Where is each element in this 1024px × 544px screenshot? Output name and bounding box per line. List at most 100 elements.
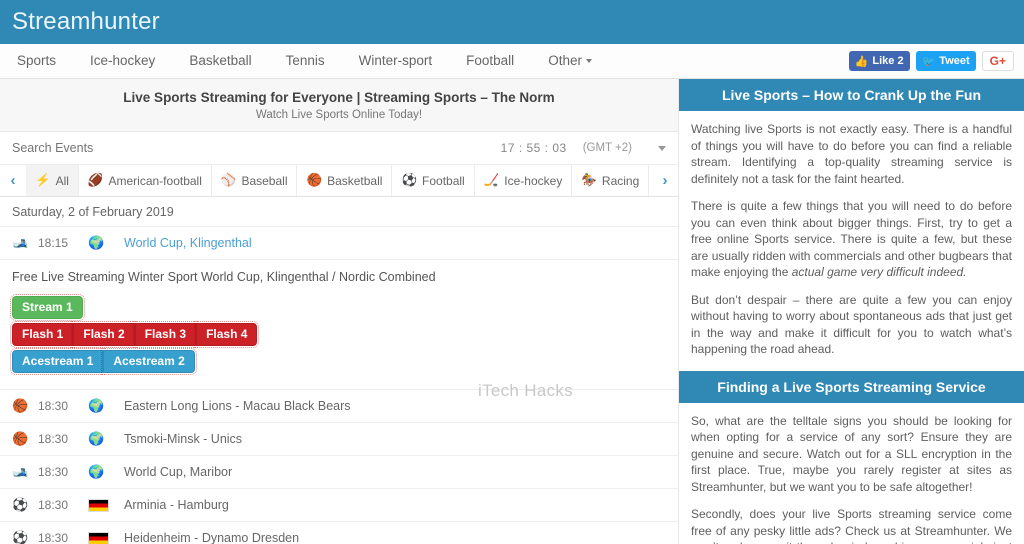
event-name: World Cup, Maribor [124, 465, 232, 479]
nav-link-label: Ice-hockey [90, 53, 155, 68]
sport-tab-label: Ice-hockey [504, 174, 562, 188]
sport-tab-label: American-football [109, 174, 202, 188]
event-time: 18:30 [38, 531, 88, 544]
sidebar-paragraph: There is quite a few things that you wil… [691, 198, 1012, 281]
nav-link-label: Winter-sport [359, 53, 433, 68]
event-name: Tsmoki-Minsk - Unics [124, 432, 242, 446]
event-row[interactable]: ⚽18:30Heidenheim - Dynamo Dresden [0, 522, 678, 544]
sidebar-widget-body: Watching live Sports is not exactly easy… [679, 111, 1024, 371]
event-row[interactable]: 🏀18:30🌍Tsmoki-Minsk - Unics [0, 423, 678, 456]
sidebar-paragraph: So, what are the telltale signs you shou… [691, 413, 1012, 496]
event-row[interactable]: 🏀18:30🌍Eastern Long Lions - Macau Black … [0, 390, 678, 423]
sport-tab-label: Basketball [327, 174, 382, 188]
flash-button[interactable]: Flash 2 [73, 323, 134, 346]
twitter-bird-icon: 🐦 [922, 55, 936, 68]
event-time: 18:30 [38, 465, 88, 479]
event-sport-icon: 🏀 [12, 398, 38, 414]
event-time: 18:15 [38, 236, 88, 250]
acestream-button[interactable]: Acestream 2 [103, 350, 194, 373]
page-subtitle: Watch Live Sports Online Today! [10, 109, 668, 121]
google-plus-button[interactable]: G+ [982, 51, 1014, 71]
event-sport-icon: 🎿 [12, 235, 38, 251]
flash-row: Flash 1Flash 2Flash 3Flash 4 [12, 323, 666, 346]
sport-tab-american-football[interactable]: 🏈American-football [79, 165, 212, 196]
nav-link-label: Other [548, 53, 582, 68]
flash-button[interactable]: Flash 3 [135, 323, 196, 346]
event-name: World Cup, Klingenthal [124, 236, 252, 250]
tabs-prev-arrow[interactable]: ‹ [0, 165, 26, 196]
nav-link-label: Basketball [189, 53, 251, 68]
nav-link-ice-hockey[interactable]: Ice-hockey [73, 44, 172, 78]
globe-icon: 🌍 [88, 235, 104, 251]
event-time: 18:30 [38, 399, 88, 413]
globe-icon: 🌍 [88, 464, 104, 480]
stream-button[interactable]: Stream 1 [12, 296, 83, 319]
flash-button[interactable]: Flash 1 [12, 323, 73, 346]
germany-flag-icon [88, 532, 109, 544]
sidebar-paragraph: Watching live Sports is not exactly easy… [691, 121, 1012, 187]
social-buttons: 👍 Like 2 🐦 Tweet G+ [849, 51, 1014, 71]
event-detail-panel: Free Live Streaming Winter Sport World C… [0, 260, 678, 390]
event-region: 🌍 [88, 398, 124, 414]
sport-icon: ⚽ [401, 174, 417, 187]
nav-link-football[interactable]: Football [449, 44, 531, 78]
sidebar-widget: Finding a Live Sports Streaming ServiceS… [679, 371, 1024, 544]
event-row[interactable]: ⚽18:30Arminia - Hamburg [0, 489, 678, 522]
acestream-row: Acestream 1Acestream 2 [12, 350, 666, 373]
search-input[interactable] [12, 141, 501, 155]
sport-tab-football[interactable]: ⚽ Football [392, 165, 474, 196]
event-sport-icon: 🎿 [12, 464, 38, 480]
sport-icon: ⚾ [221, 174, 237, 187]
sport-icon: 🏒 [484, 174, 500, 187]
sidebar-column: Live Sports – How to Crank Up the Fun Wat… [678, 79, 1024, 544]
twitter-tweet-label: Tweet [939, 55, 969, 67]
sport-tab-all[interactable]: ⚡ All [26, 165, 79, 196]
twitter-tweet-button[interactable]: 🐦 Tweet [916, 51, 976, 71]
nav-link-tennis[interactable]: Tennis [269, 44, 342, 78]
main-column: Live Sports Streaming for Everyone | Str… [0, 79, 678, 544]
main-navbar: Sports Ice-hockey Basketball Tennis Winter-s… [0, 44, 1024, 79]
event-region: 🌍 [88, 235, 124, 251]
event-time: 18:30 [38, 432, 88, 446]
site-logo[interactable]: Streamhunter [12, 8, 160, 36]
sport-tab-racing[interactable]: 🏇Racing [572, 165, 649, 196]
event-name: Heidenheim - Dynamo Dresden [124, 531, 299, 544]
page-root: Streamhunter Sports Ice-hockey Basketball T… [0, 0, 1024, 544]
chevron-down-icon [586, 59, 592, 63]
stream-row: Stream 1 [12, 296, 666, 319]
sport-icon: ⚡ [35, 174, 51, 187]
tabs-next-arrow[interactable]: › [652, 165, 678, 196]
nav-link-sports[interactable]: Sports [0, 44, 73, 78]
nav-links: Sports Ice-hockey Basketball Tennis Winter-s… [0, 44, 609, 78]
page-title: Live Sports Streaming for Everyone | Str… [10, 90, 668, 105]
event-region [88, 532, 124, 544]
timezone-dropdown-caret[interactable] [658, 146, 666, 151]
google-plus-label: G+ [990, 54, 1006, 68]
sport-tab-basketball[interactable]: 🏀Basketball [297, 165, 392, 196]
nav-link-label: Football [466, 53, 514, 68]
nav-link-winter-sport[interactable]: Winter-sport [342, 44, 450, 78]
event-row[interactable]: 🎿18:30🌍 World Cup, Maribor [0, 456, 678, 489]
nav-link-other[interactable]: Other [531, 44, 609, 78]
sport-tab-ice-hockey[interactable]: 🏒 Ice-hockey [475, 165, 573, 196]
event-row[interactable]: 🎿18:15🌍 World Cup, Klingenthal [0, 227, 678, 260]
flash-button[interactable]: Flash 4 [196, 323, 257, 346]
sport-tabs: ⚡ All 🏈American-football ⚾ Baseball 🏀Basketba… [26, 165, 652, 196]
facebook-like-button[interactable]: 👍 Like 2 [849, 51, 910, 71]
sidebar-widget-heading: Live Sports – How to Crank Up the Fun [679, 79, 1024, 111]
globe-icon: 🌍 [88, 398, 104, 414]
schedule-list: 🎿18:15🌍World Cup, KlingenthalFree Live S… [0, 227, 678, 544]
event-region [88, 499, 124, 512]
sport-tab-label: All [56, 174, 69, 188]
nav-link-label: Tennis [286, 53, 325, 68]
thumbs-up-icon: 👍 [855, 55, 869, 68]
sidebar-emphasis: actual game very difficult indeed. [792, 265, 967, 279]
sport-tab-label: Football [422, 174, 465, 188]
timezone-label: (GMT +2) [583, 142, 632, 154]
sport-tab-strip: ‹ ⚡ All 🏈American-football ⚾ Baseball 🏀Basket… [0, 165, 678, 197]
acestream-button[interactable]: Acestream 1 [12, 350, 103, 373]
sport-icon: 🏇 [581, 174, 597, 187]
sport-tab-baseball[interactable]: ⚾ Baseball [212, 165, 298, 196]
sport-tab-label: Baseball [241, 174, 287, 188]
nav-link-basketball[interactable]: Basketball [172, 44, 268, 78]
